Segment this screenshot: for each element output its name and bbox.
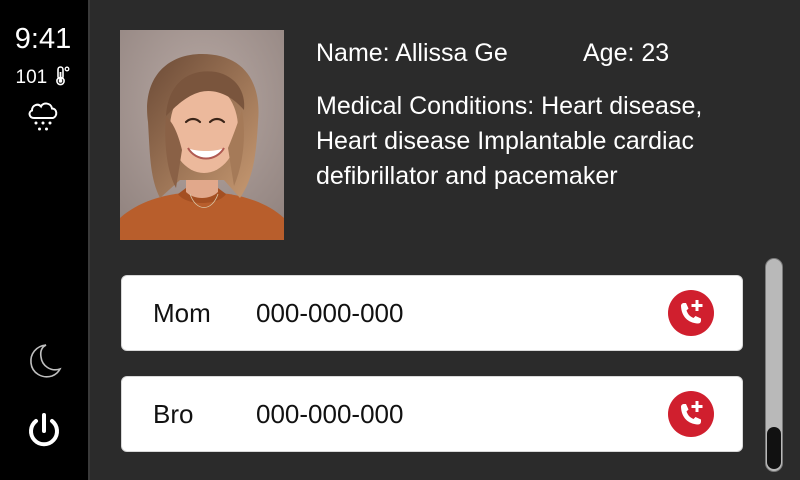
contact-card-bro[interactable]: Bro 000-000-000 — [121, 376, 743, 452]
patient-age: Age: 23 — [583, 39, 670, 67]
contact-card-mom[interactable]: Mom 000-000-000 — [121, 275, 743, 351]
contact-phone: 000-000-000 — [256, 399, 404, 429]
emergency-call-button[interactable] — [668, 391, 714, 437]
temperature-value: 101 — [15, 67, 48, 88]
contact-phone: 000-000-000 — [256, 298, 404, 328]
clock: 9:41 — [14, 23, 72, 55]
emergency-call-button[interactable] — [668, 290, 714, 336]
thermometer-icon — [54, 66, 70, 93]
profile-photo — [120, 30, 284, 240]
medical-conditions: Medical Conditions: Heart disease, Heart… — [316, 92, 703, 190]
moon-icon[interactable] — [24, 340, 64, 382]
power-icon[interactable] — [24, 410, 64, 452]
scrollbar-thumb[interactable] — [767, 427, 781, 469]
cloud-snow-icon — [26, 98, 60, 134]
contact-name: Bro — [153, 399, 194, 429]
scrollbar[interactable] — [765, 258, 783, 472]
contact-name: Mom — [153, 298, 211, 328]
temperature-readout: 101 — [0, 66, 86, 93]
sidebar: 9:41 101 — [0, 0, 90, 480]
emergency-call-icon — [681, 300, 703, 324]
patient-name: Name: Allissa Ge — [316, 39, 508, 67]
emergency-call-icon — [681, 401, 703, 425]
